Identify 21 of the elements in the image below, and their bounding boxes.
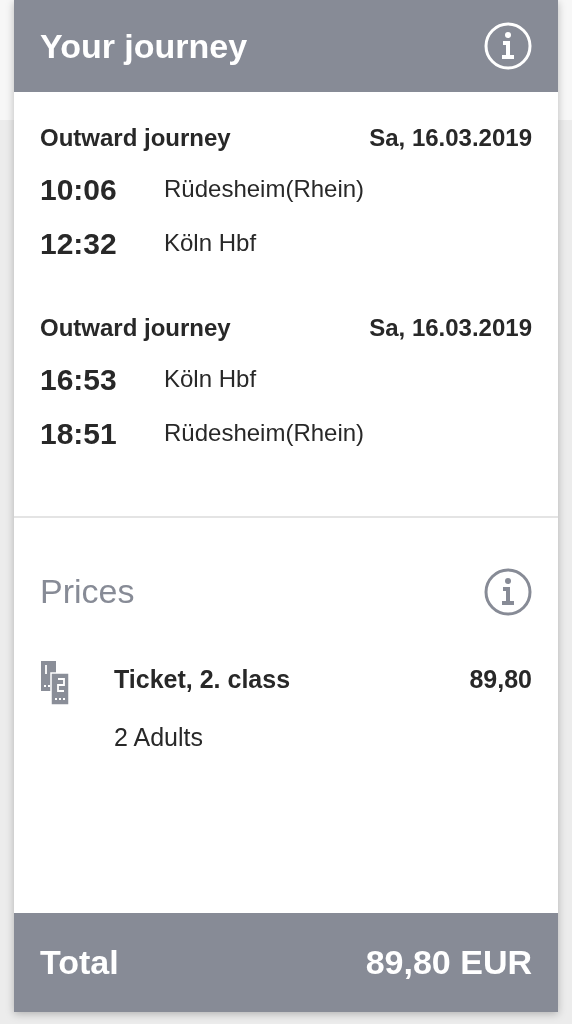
journey-date: Sa, 16.03.2019 [369, 123, 532, 153]
passenger-count: 2 Adults [114, 721, 204, 753]
journey-label: Outward journey [40, 313, 231, 343]
tickets-icon [40, 661, 70, 705]
page-title: Your journey [40, 25, 248, 67]
station-name: Rüdesheim(Rhein) [164, 418, 365, 448]
total-amount: 89,80 EUR [365, 942, 532, 983]
journey-label: Outward journey [40, 123, 231, 153]
ticket-price: 89,80 [469, 664, 532, 695]
ticket-name: Ticket, 2. class [114, 664, 291, 695]
departure-time: 16:53 [40, 361, 118, 398]
station-name: Rüdesheim(Rhein) [164, 174, 365, 204]
station-name: Köln Hbf [164, 364, 257, 394]
station-name: Köln Hbf [164, 228, 257, 258]
section-title: Prices [40, 571, 135, 612]
departure-time: 10:06 [40, 171, 118, 208]
departure-time: 12:32 [40, 225, 118, 262]
journey-date: Sa, 16.03.2019 [369, 313, 532, 343]
departure-time: 18:51 [40, 415, 118, 452]
total-label: Total [40, 942, 119, 983]
info-icon[interactable] [484, 567, 532, 616]
